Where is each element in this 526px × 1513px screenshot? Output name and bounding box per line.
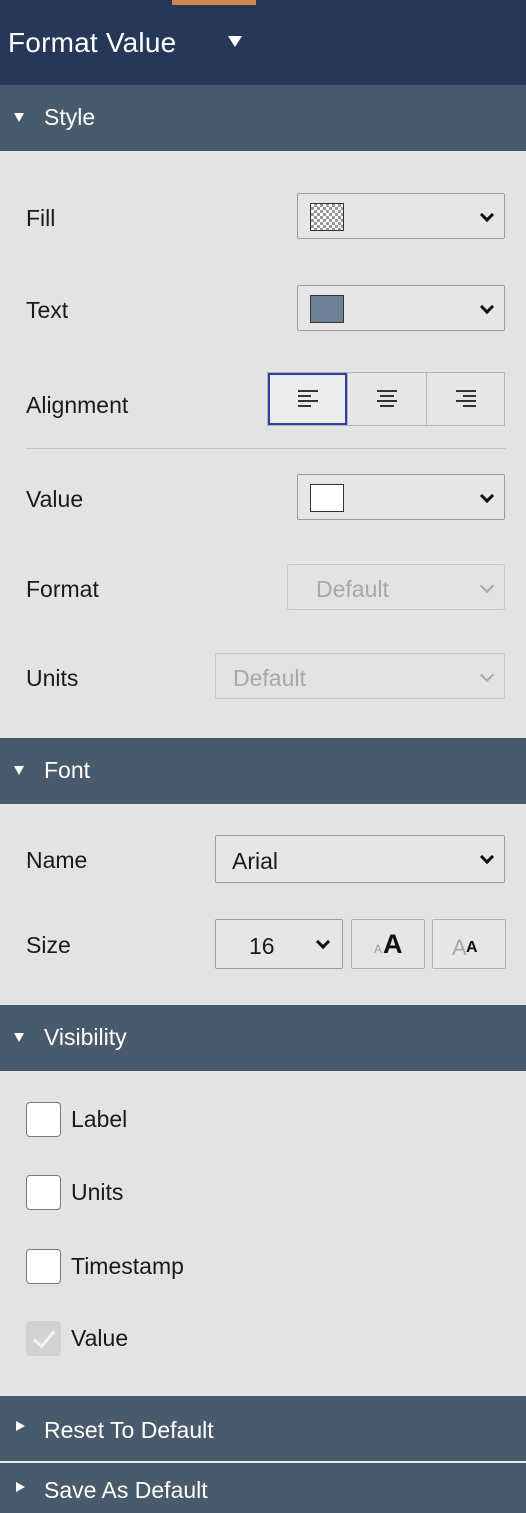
triangle-down-icon: [14, 1033, 24, 1042]
units-label: Units: [26, 665, 79, 691]
panel-title[interactable]: Format Value: [8, 27, 176, 59]
font-section-title: Font: [44, 757, 91, 783]
caret-down-icon[interactable]: [228, 36, 242, 47]
timestamp-checkbox-label: Timestamp: [71, 1253, 184, 1279]
align-right-button[interactable]: [426, 373, 505, 425]
chevron-down-icon: [479, 578, 495, 594]
align-right-icon: [456, 390, 476, 407]
divider: [26, 448, 506, 449]
format-label: Format: [26, 576, 99, 602]
save-as-default-title: Save As Default: [44, 1477, 208, 1503]
chevron-down-icon: [479, 207, 495, 223]
panel-header: Format Value: [0, 0, 526, 85]
format-selected-value: Default: [316, 576, 389, 602]
align-center-icon: [377, 390, 397, 407]
font-name-dropdown[interactable]: Arial: [215, 835, 505, 883]
font-name-label: Name: [26, 847, 88, 873]
units-selected-value: Default: [233, 665, 306, 691]
format-dropdown[interactable]: Default: [287, 564, 505, 610]
visibility-section-header[interactable]: Visibility: [0, 1005, 526, 1071]
label-checkbox-label: Label: [71, 1106, 128, 1132]
save-as-default-header[interactable]: Save As Default: [0, 1463, 526, 1513]
small-a-glyph: A: [374, 942, 383, 956]
reset-to-default-title: Reset To Default: [44, 1417, 214, 1443]
chevron-down-icon: [479, 667, 495, 683]
units-dropdown[interactable]: Default: [215, 653, 505, 699]
units-checkbox[interactable]: [26, 1175, 61, 1210]
chevron-down-icon: [479, 488, 495, 504]
large-a-glyph: A: [452, 935, 467, 960]
triangle-down-icon: [14, 766, 24, 775]
value-label: Value: [26, 486, 84, 512]
font-size-dropdown[interactable]: 16: [215, 919, 343, 969]
triangle-down-icon: [14, 113, 24, 122]
chevron-down-icon: [479, 299, 495, 315]
active-tab-accent: [172, 0, 256, 5]
value-checkbox: [26, 1321, 61, 1356]
fill-swatch: [310, 203, 344, 231]
style-section-title: Style: [44, 104, 96, 130]
alignment-button-group: [267, 372, 505, 426]
increase-font-icon: A: [383, 929, 403, 959]
align-left-button[interactable]: [268, 373, 347, 425]
chevron-down-icon: [315, 934, 331, 950]
reset-to-default-header[interactable]: Reset To Default: [0, 1396, 526, 1461]
font-section-header[interactable]: Font: [0, 738, 526, 804]
text-color-dropdown[interactable]: [297, 285, 505, 331]
units-checkbox-label: Units: [71, 1179, 124, 1205]
value-swatch: [310, 484, 344, 512]
fill-label: Fill: [26, 205, 56, 231]
value-checkbox-label: Value: [71, 1325, 129, 1351]
font-size-label: Size: [26, 932, 71, 958]
text-swatch: [310, 295, 344, 323]
increase-font-size-button[interactable]: A A: [351, 919, 425, 969]
triangle-right-icon: [16, 1482, 25, 1492]
alignment-label: Alignment: [26, 392, 129, 418]
fill-color-dropdown[interactable]: [297, 193, 505, 239]
triangle-right-icon: [16, 1421, 25, 1431]
value-color-dropdown[interactable]: [297, 474, 505, 520]
align-center-button[interactable]: [347, 373, 426, 425]
style-section-header[interactable]: Style: [0, 85, 526, 151]
text-label: Text: [26, 297, 69, 323]
font-name-selected-value: Arial: [232, 848, 279, 874]
label-checkbox[interactable]: [26, 1102, 61, 1137]
decrease-font-size-button[interactable]: A A: [432, 919, 506, 969]
align-left-icon: [297, 390, 318, 407]
chevron-down-icon: [479, 849, 495, 865]
timestamp-checkbox[interactable]: [26, 1249, 61, 1284]
style-section-body: [0, 151, 526, 738]
font-size-selected-value: 16: [249, 933, 275, 959]
visibility-section-title: Visibility: [44, 1024, 127, 1050]
decrease-font-icon: A: [466, 939, 478, 956]
